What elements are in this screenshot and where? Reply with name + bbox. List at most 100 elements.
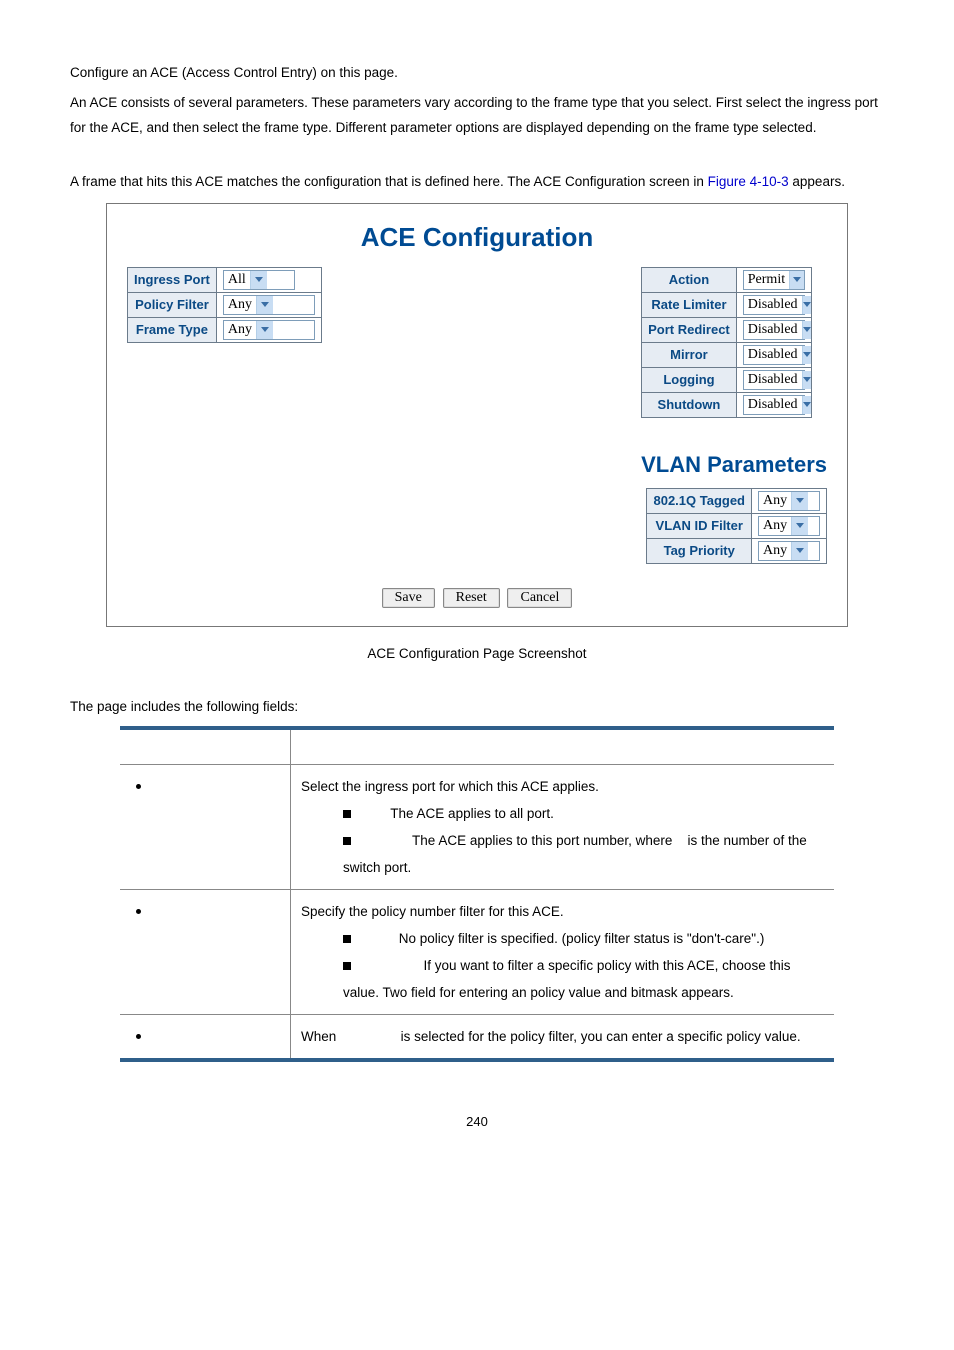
table-row: Specify the policy number filter for thi… [120, 889, 834, 1014]
dropdown[interactable]: Any [223, 295, 315, 315]
param-row: Mirror Disabled [642, 342, 812, 367]
param-row: ShutdownDisabled [642, 392, 812, 417]
vlan-params-table: 802.1Q TaggedAnyVLAN ID FilterAnyTag Pri… [646, 488, 827, 564]
text: Select the ingress port for which this A… [301, 779, 599, 794]
intro-text: Configure an ACE (Access Control Entry) … [70, 60, 884, 86]
dropdown-value: All [224, 271, 250, 289]
text: If you want to filter a specific policy … [343, 958, 790, 1000]
param-label: Frame Type [128, 317, 217, 342]
square-icon [343, 935, 351, 943]
dropdown[interactable]: Any [758, 516, 820, 536]
dropdown[interactable]: Disabled [743, 345, 805, 365]
param-value-cell: Disabled [736, 292, 811, 317]
intro-text: A frame that hits this ACE matches the c… [70, 169, 884, 195]
bullet-icon [136, 784, 141, 789]
param-row: Policy Filter Any [128, 292, 322, 317]
param-value-cell: Any [752, 513, 827, 538]
dropdown-value: Disabled [744, 296, 802, 314]
square-icon [343, 837, 351, 845]
param-value-cell: Any [216, 292, 321, 317]
text: When [301, 1029, 340, 1044]
param-value-cell: Any [752, 538, 827, 563]
table-row: When "Specific" is selected for the poli… [120, 1014, 834, 1060]
reset-button[interactable]: Reset [443, 588, 500, 608]
table-header-row [120, 728, 834, 765]
ace-config-screenshot: ACE Configuration Ingress Port All Policy … [106, 203, 848, 627]
square-icon [343, 962, 351, 970]
param-row: LoggingDisabled [642, 367, 812, 392]
dropdown[interactable]: Disabled [743, 295, 805, 315]
param-row: Ingress Port All [128, 267, 322, 292]
ace-config-title: ACE Configuration [127, 222, 827, 253]
dropdown[interactable]: Disabled [743, 395, 805, 415]
dropdown-value: Any [759, 492, 791, 510]
dropdown[interactable]: Any [223, 320, 315, 340]
dropdown[interactable]: Permit [743, 270, 805, 290]
dropdown-value: Any [224, 296, 256, 314]
param-value-cell: Permit [736, 267, 811, 292]
chevron-down-icon [256, 296, 273, 314]
vlan-params-title: VLAN Parameters [641, 452, 827, 478]
param-label: Rate Limiter [642, 292, 737, 317]
param-value-cell: Disabled [736, 317, 811, 342]
dropdown-value: Disabled [744, 346, 802, 364]
intro-text: An ACE consists of several parameters. T… [70, 90, 884, 141]
param-label: Policy Filter [128, 292, 217, 317]
text: Specify the policy number filter for thi… [301, 904, 564, 919]
param-label: Ingress Port [128, 267, 217, 292]
param-row: Frame Type Any [128, 317, 322, 342]
text: The ACE applies to all port. [390, 806, 554, 821]
param-value-cell: Disabled [736, 367, 811, 392]
dropdown-value: Any [759, 517, 791, 535]
dropdown-value: Any [224, 321, 256, 339]
dropdown-value: Permit [744, 271, 789, 289]
param-value-cell: Any [752, 488, 827, 513]
param-label: VLAN ID Filter [647, 513, 752, 538]
param-row: Tag Priority Any [647, 538, 827, 563]
dropdown-value: Any [759, 542, 791, 560]
save-button[interactable]: Save [382, 588, 435, 608]
figure-link[interactable]: Figure 4-10-3 [708, 174, 789, 189]
dropdown[interactable]: Any [758, 541, 820, 561]
param-label: Mirror [642, 342, 737, 367]
dropdown[interactable]: Disabled [743, 370, 805, 390]
param-row: 802.1Q Tagged Any [647, 488, 827, 513]
square-icon [343, 810, 351, 818]
text: No policy filter is specified. (policy f… [399, 931, 765, 946]
param-value-cell: Disabled [736, 342, 811, 367]
chevron-down-icon [802, 396, 811, 414]
param-value-cell: Any [216, 317, 321, 342]
param-row: VLAN ID Filter Any [647, 513, 827, 538]
chevron-down-icon [256, 321, 273, 339]
dropdown[interactable]: Disabled [743, 320, 805, 340]
page-number: 240 [70, 1110, 884, 1135]
dropdown-value: Disabled [744, 371, 802, 389]
chevron-down-icon [802, 346, 811, 364]
chevron-down-icon [250, 271, 267, 289]
text: A frame that hits this ACE matches the c… [70, 174, 708, 189]
fields-intro: The page includes the following fields: [70, 694, 884, 720]
param-row: Action Permit [642, 267, 812, 292]
chevron-down-icon [791, 542, 808, 560]
dropdown[interactable]: Any [758, 491, 820, 511]
table-row: Select the ingress port for which this A… [120, 764, 834, 889]
text: The ACE applies to this port number, whe… [412, 833, 676, 848]
param-value-cell: All [216, 267, 321, 292]
chevron-down-icon [802, 296, 811, 314]
param-label: 802.1Q Tagged [647, 488, 752, 513]
screenshot-caption: ACE Configuration Page Screenshot [70, 641, 884, 667]
param-label: Action [642, 267, 737, 292]
chevron-down-icon [789, 271, 804, 289]
dropdown[interactable]: All [223, 270, 295, 290]
param-row: Rate Limiter Disabled [642, 292, 812, 317]
cancel-button[interactable]: Cancel [507, 588, 572, 608]
bullet-icon [136, 1034, 141, 1039]
dropdown-value: Disabled [744, 396, 802, 414]
dropdown-value: Disabled [744, 321, 802, 339]
param-label: Port Redirect [642, 317, 737, 342]
chevron-down-icon [791, 492, 808, 510]
bullet-icon [136, 909, 141, 914]
param-label: Tag Priority [647, 538, 752, 563]
left-params-table: Ingress PortAllPolicy FilterAnyFrame Typ… [127, 267, 322, 343]
chevron-down-icon [802, 371, 811, 389]
